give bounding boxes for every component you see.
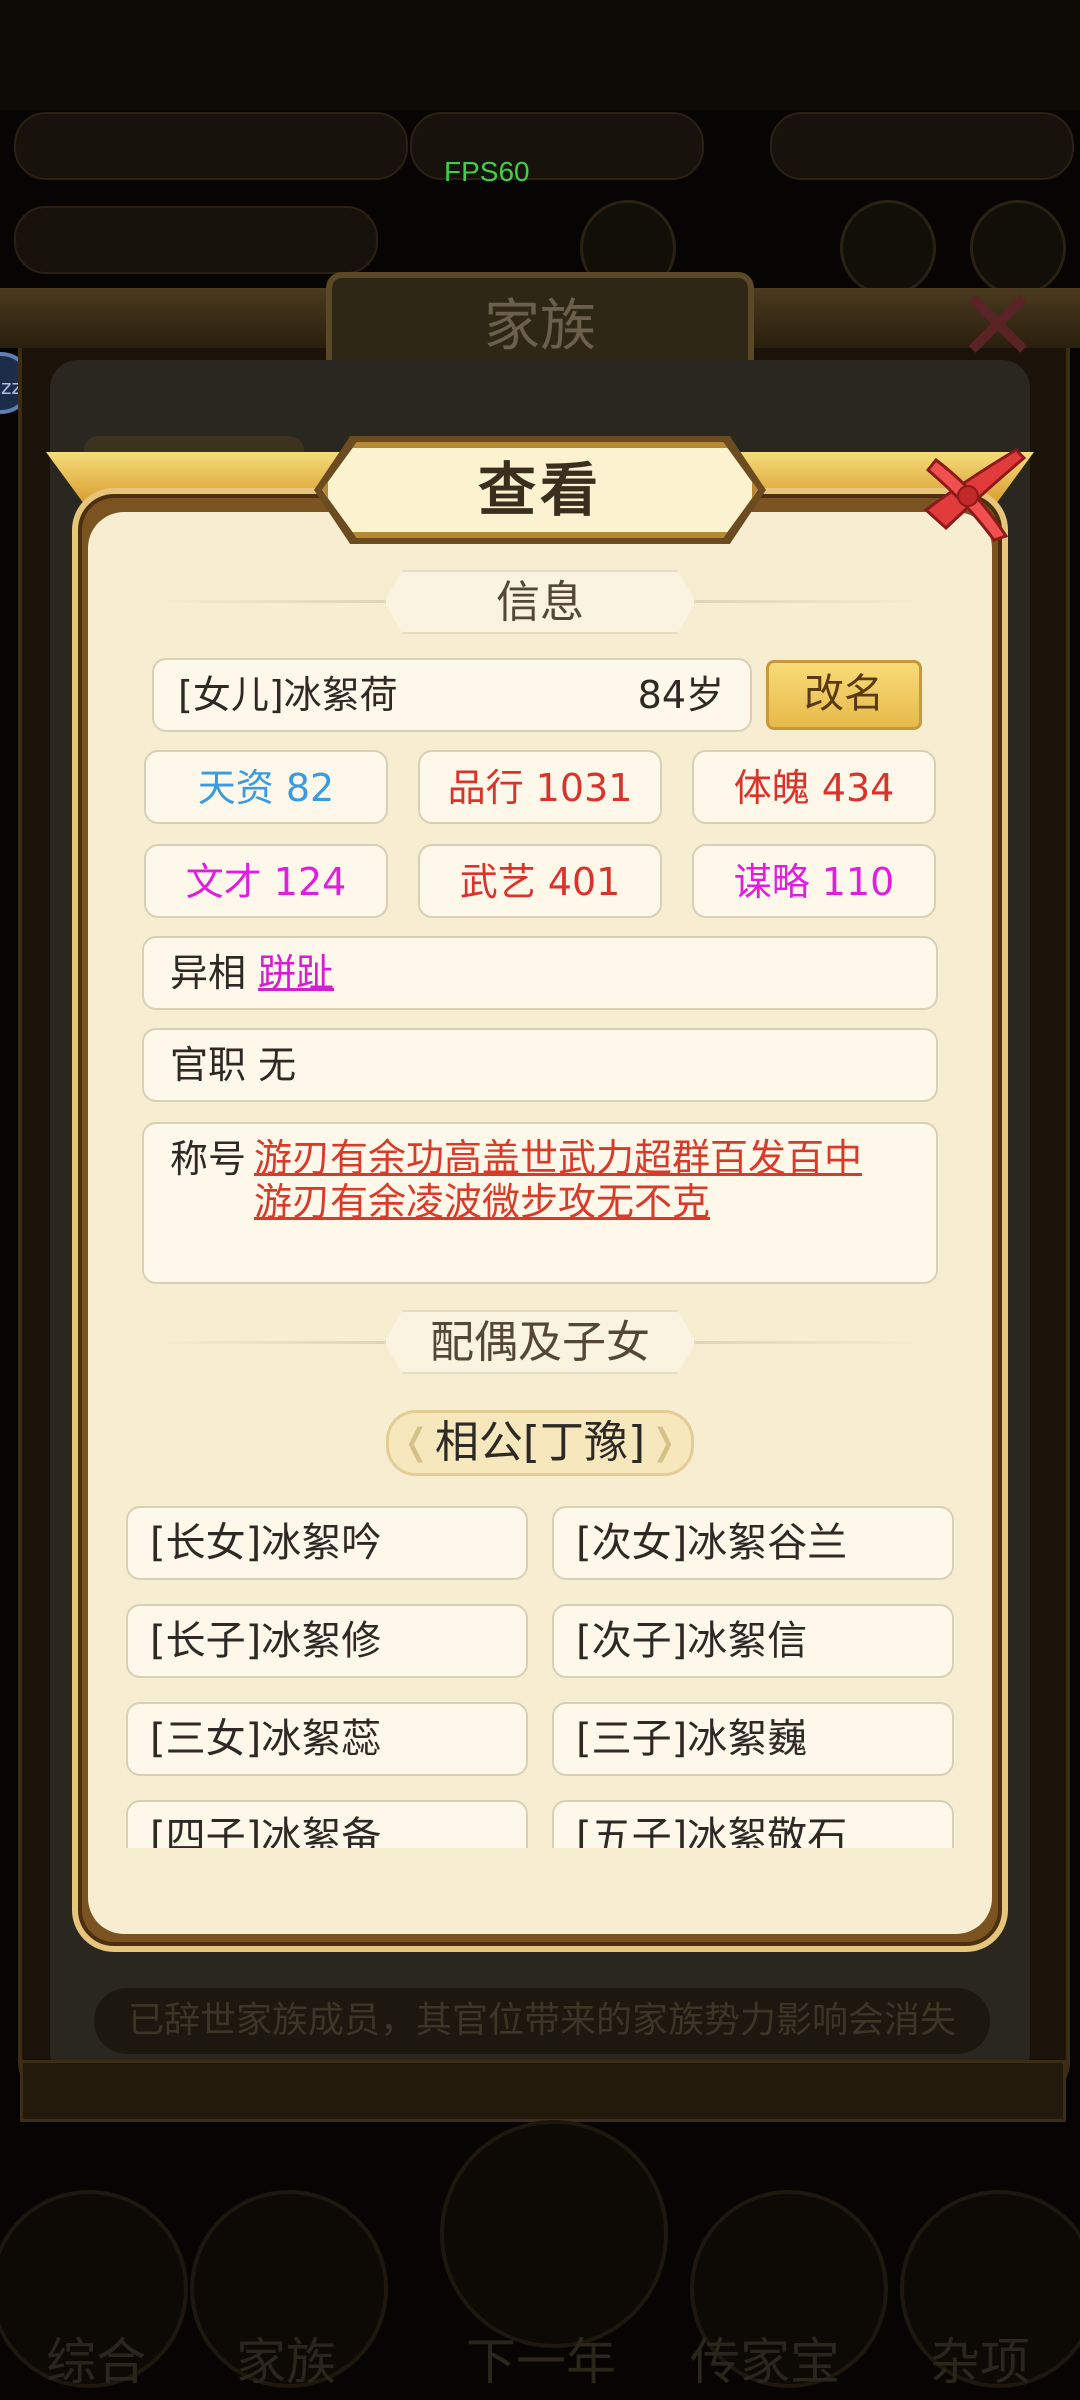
close-ribbon-icon xyxy=(923,448,1027,542)
child-item[interactable]: [长子]冰絮修 xyxy=(126,1604,528,1678)
status-bar xyxy=(0,0,1080,110)
trait-row: 异相 跰趾 xyxy=(142,936,938,1010)
bg-age-bar xyxy=(14,206,378,274)
family-window-foot xyxy=(20,2060,1066,2122)
spouse-name: 相公[丁豫] xyxy=(434,1417,646,1468)
nav-button-next-year xyxy=(440,2120,668,2348)
nav-label: 杂项 xyxy=(930,2333,1030,2391)
bg-currency-bar xyxy=(770,112,1074,180)
office-label: 官职 xyxy=(170,1043,247,1087)
info-section-header: 信息 xyxy=(384,570,696,634)
office-row-content: 官职 无 xyxy=(170,1030,296,1100)
family-section-header: 配偶及子女 xyxy=(384,1310,696,1374)
child-item[interactable]: [次子]冰絮信 xyxy=(552,1604,954,1678)
child-item[interactable]: [四子]冰絮备 xyxy=(126,1800,528,1848)
dialog-title: 查看 xyxy=(322,442,758,538)
stat-aptitude: 天资 82 xyxy=(144,750,388,824)
stat-martial: 武艺 401 xyxy=(418,844,662,918)
trait-row-content: 异相 跰趾 xyxy=(170,938,334,1008)
nav-label: 综合 xyxy=(46,2333,146,2391)
nav-label: 下一年 xyxy=(466,2333,616,2391)
rename-button[interactable]: 改名 xyxy=(766,660,922,730)
children-list[interactable]: [长女]冰絮吟 [次女]冰絮谷兰 [长子]冰絮修 [次子]冰絮信 [三女]冰絮蕊… xyxy=(120,1500,960,1848)
office-value: 无 xyxy=(258,1043,297,1087)
trait-label: 异相 xyxy=(170,951,247,995)
stat-conduct: 品行 1031 xyxy=(418,750,662,824)
bg-round-button xyxy=(840,200,936,296)
titles-list: 游刃有余功高盖世武力超群百发百中 游刃有余凌波微步攻无不克 xyxy=(254,1136,862,1224)
titles-line[interactable]: 游刃有余凌波微步攻无不克 xyxy=(254,1180,862,1224)
fps-counter: FPS60 xyxy=(444,156,530,187)
child-item[interactable]: [五子]冰絮敬石 xyxy=(552,1800,954,1848)
child-item[interactable]: [三女]冰絮蕊 xyxy=(126,1702,528,1776)
stat-literary: 文才 124 xyxy=(144,844,388,918)
member-age: 84岁 xyxy=(637,673,724,717)
titles-row: 称号 游刃有余功高盖世武力超群百发百中 游刃有余凌波微步攻无不克 xyxy=(142,1122,938,1284)
office-row: 官职 无 xyxy=(142,1028,938,1102)
close-button[interactable] xyxy=(906,440,1036,550)
nav-label: 传家宝 xyxy=(690,2333,840,2391)
titles-label: 称号 xyxy=(170,1137,247,1181)
child-item[interactable]: [长女]冰絮吟 xyxy=(126,1506,528,1580)
spouse-tag[interactable]: ❬ 相公[丁豫] ❭ xyxy=(386,1410,694,1476)
titles-line[interactable]: 游刃有余功高盖世武力超群百发百中 xyxy=(254,1136,862,1180)
child-item[interactable]: [三子]冰絮巍 xyxy=(552,1702,954,1776)
nav-label: 家族 xyxy=(236,2333,336,2391)
member-name: [女儿]冰絮荷 xyxy=(178,673,398,717)
family-note: 已辞世家族成员，其官位带来的家族势力影响会消失 xyxy=(94,1988,990,2054)
spouse-tag-right-ornament: ❭ xyxy=(648,1422,679,1463)
spouse-tag-left-ornament: ❬ xyxy=(401,1422,432,1463)
child-item[interactable]: [次女]冰絮谷兰 xyxy=(552,1506,954,1580)
stat-physique: 体魄 434 xyxy=(692,750,936,824)
bg-resource-bar xyxy=(14,112,408,180)
member-name-field: [女儿]冰絮荷 84岁 xyxy=(152,658,752,732)
trait-link[interactable]: 跰趾 xyxy=(258,951,334,995)
stat-strategy: 谋略 110 xyxy=(692,844,936,918)
